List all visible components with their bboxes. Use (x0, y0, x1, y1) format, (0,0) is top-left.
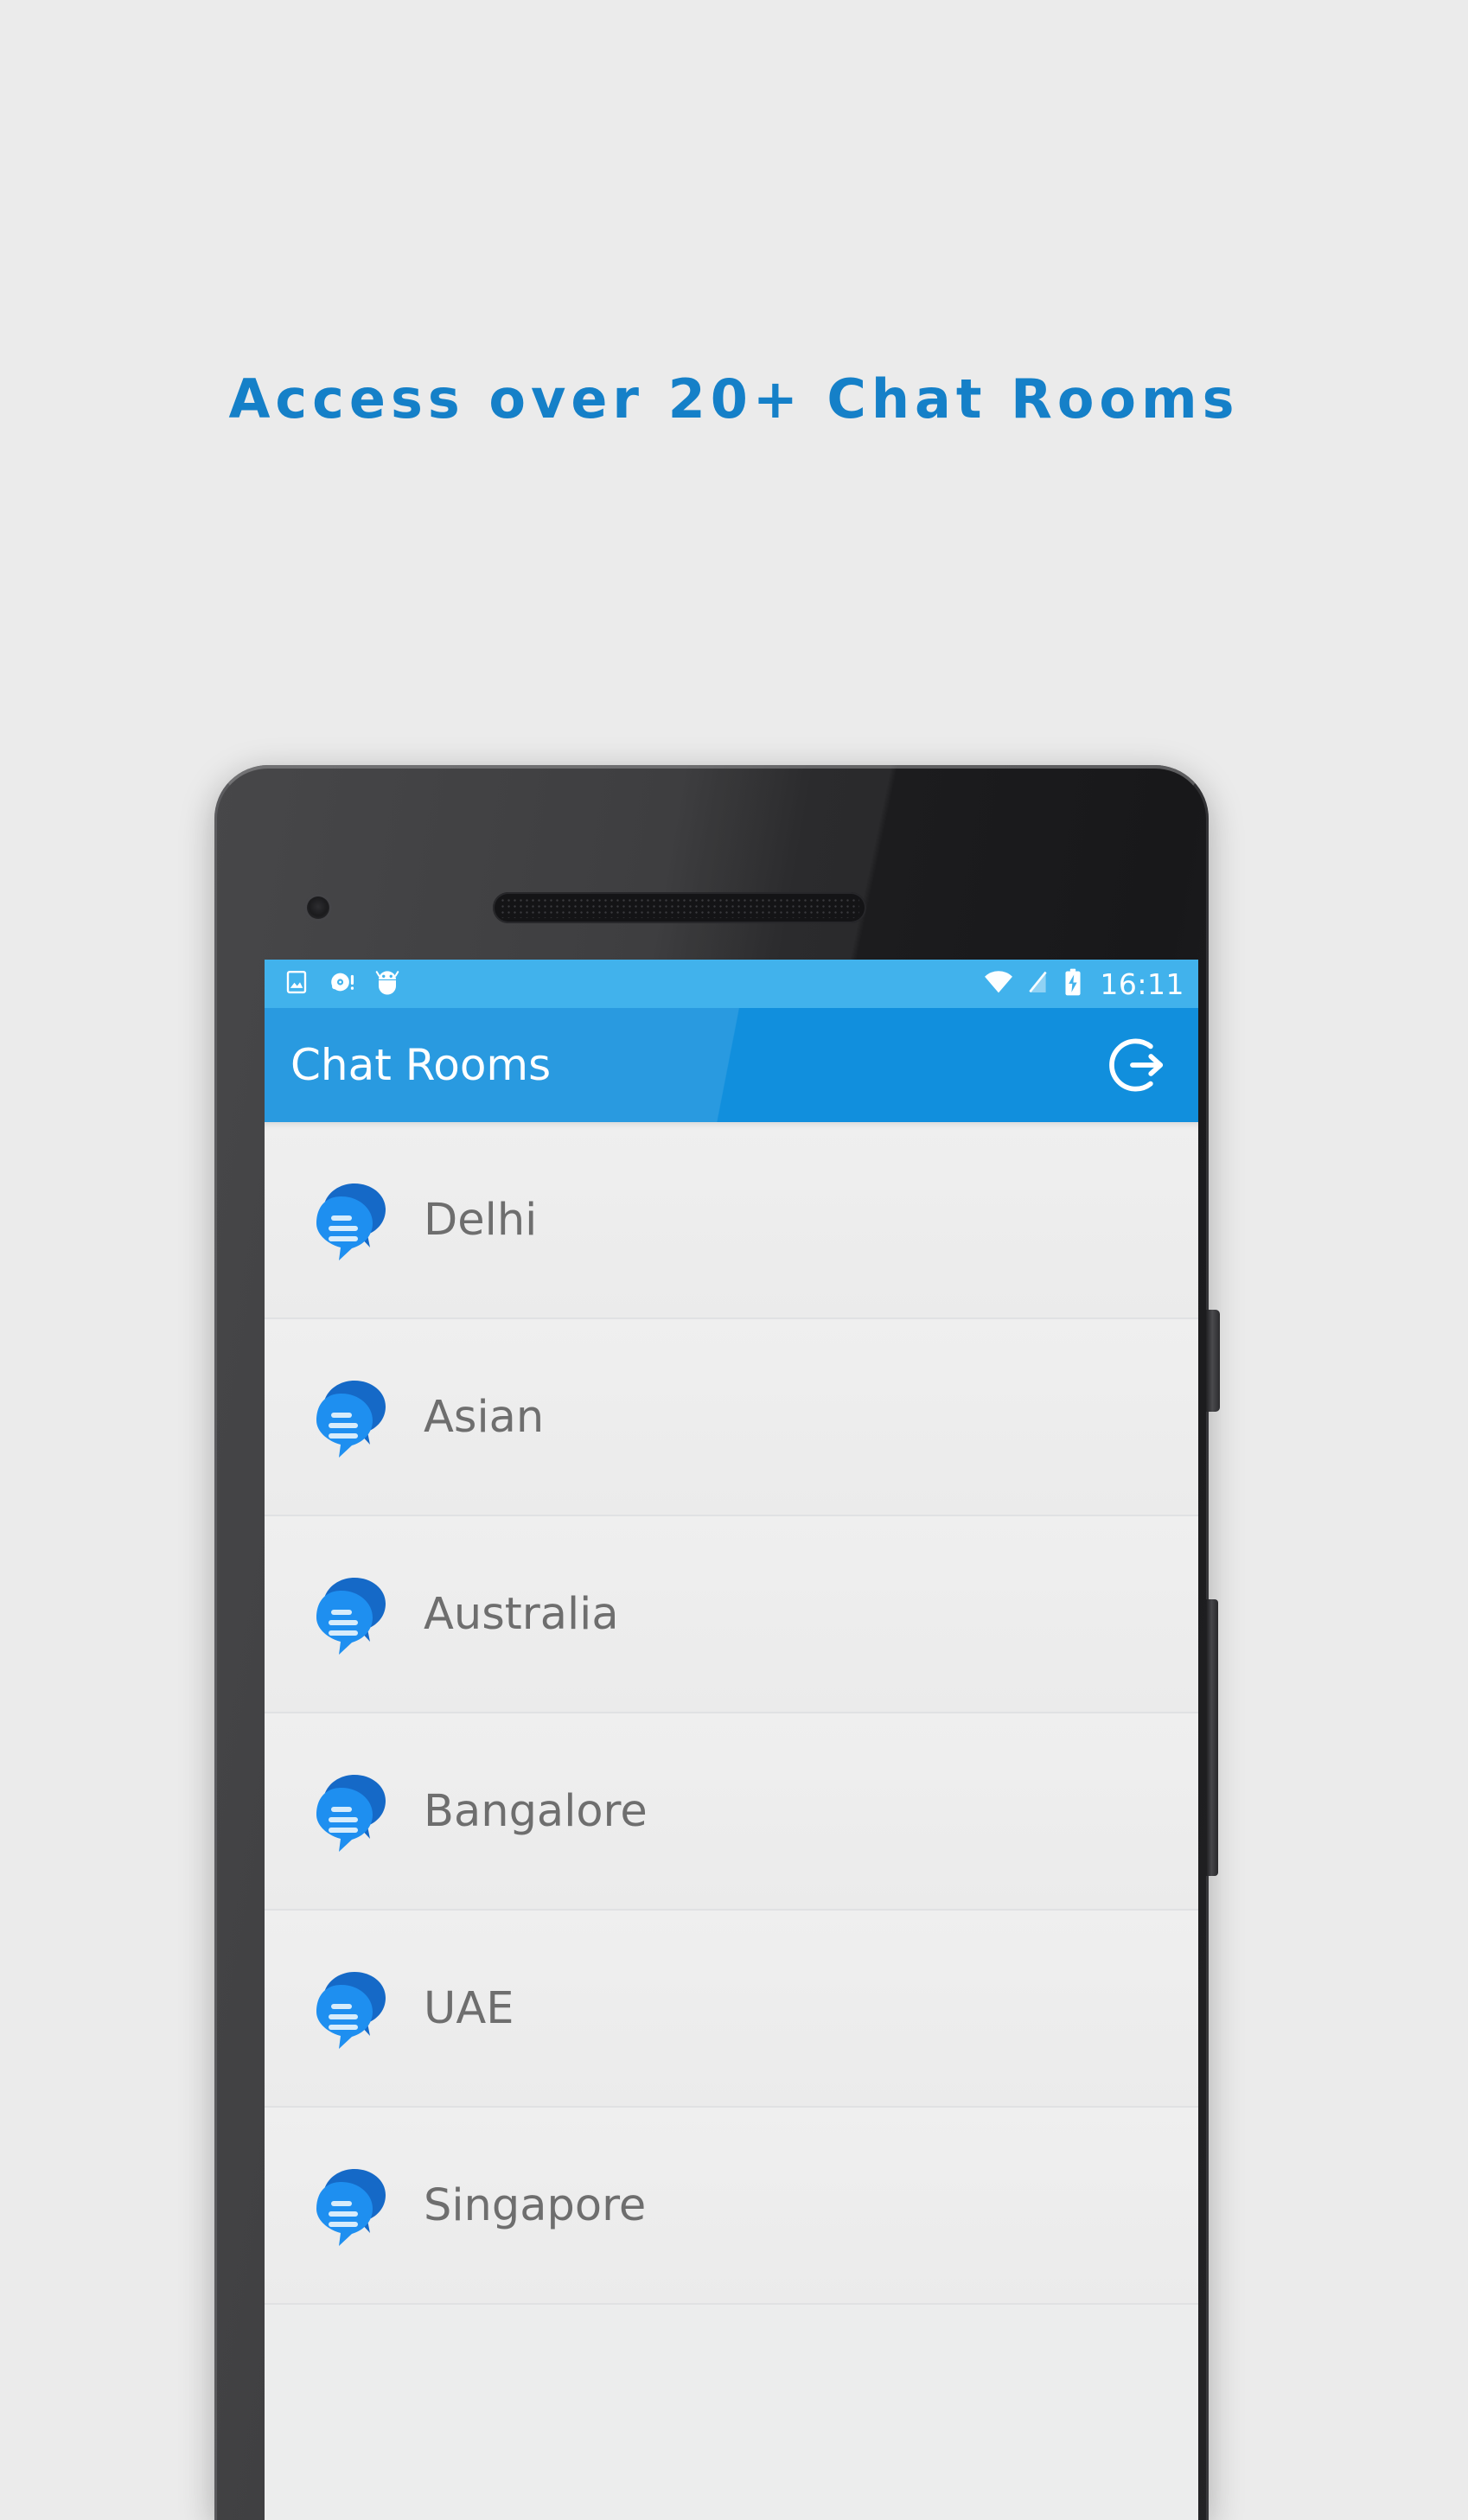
chat-bubbles-icon (316, 1183, 386, 1260)
logout-icon (1109, 1038, 1164, 1092)
chat-bubbles-icon (316, 1972, 386, 2049)
chat-room-name: Delhi (424, 1194, 538, 1246)
chat-room-name: Bangalore (424, 1785, 648, 1837)
screenshot-icon (284, 969, 310, 999)
android-debug-icon (375, 969, 399, 999)
status-bar-right-icons: 16:11 (984, 967, 1184, 1001)
chat-room-row[interactable]: Asian (265, 1319, 1198, 1516)
chat-bubbles-icon (304, 1370, 398, 1464)
disc-alert-icon (329, 969, 356, 999)
power-button[interactable] (1206, 1310, 1220, 1412)
chat-room-row[interactable]: Singapore (265, 2108, 1198, 2305)
battery-charging-icon (1063, 968, 1082, 1000)
wifi-icon (984, 969, 1013, 999)
front-camera-icon (307, 896, 329, 919)
chat-room-row[interactable]: Delhi (265, 1122, 1198, 1319)
phone-body: 16:11 Chat Rooms Delhi Asian Australia B… (214, 765, 1209, 2520)
app-bar-title: Chat Rooms (290, 1040, 552, 1090)
chat-room-name: Asian (424, 1391, 545, 1443)
chat-bubbles-icon (316, 2169, 386, 2246)
chat-bubbles-icon (304, 1764, 398, 1858)
chat-bubbles-icon (316, 1775, 386, 1852)
app-bar: Chat Rooms (265, 1008, 1198, 1122)
chat-room-name: Australia (424, 1588, 619, 1640)
speaker-mesh (500, 897, 859, 918)
promo-headline: Access over 20+ Chat Rooms (228, 367, 1240, 431)
logout-button[interactable] (1100, 1027, 1176, 1103)
earpiece-speaker-icon (493, 892, 866, 923)
chat-bubbles-icon (304, 1962, 398, 2055)
chat-room-row[interactable]: UAE (265, 1911, 1198, 2108)
chat-bubbles-icon (316, 1578, 386, 1655)
status-bar-clock: 16:11 (1100, 967, 1184, 1001)
chat-room-row[interactable]: Bangalore (265, 1713, 1198, 1911)
chat-bubbles-icon (304, 1173, 398, 1266)
status-bar-left-icons (284, 969, 399, 999)
chat-room-name: Singapore (424, 2179, 647, 2231)
chat-room-list[interactable]: Delhi Asian Australia Bangalore UAE Sing… (265, 1122, 1198, 2305)
chat-room-name: UAE (424, 1982, 514, 2034)
phone-screen: 16:11 Chat Rooms Delhi Asian Australia B… (265, 960, 1198, 2520)
signal-off-icon (1027, 969, 1050, 999)
chat-room-row[interactable]: Australia (265, 1516, 1198, 1713)
chat-bubbles-icon (304, 2159, 398, 2252)
volume-rocker-button[interactable] (1206, 1599, 1218, 1876)
status-bar: 16:11 (265, 960, 1198, 1008)
chat-bubbles-icon (316, 1381, 386, 1458)
phone-mockup: 16:11 Chat Rooms Delhi Asian Australia B… (214, 765, 1248, 2520)
chat-bubbles-icon (304, 1567, 398, 1661)
